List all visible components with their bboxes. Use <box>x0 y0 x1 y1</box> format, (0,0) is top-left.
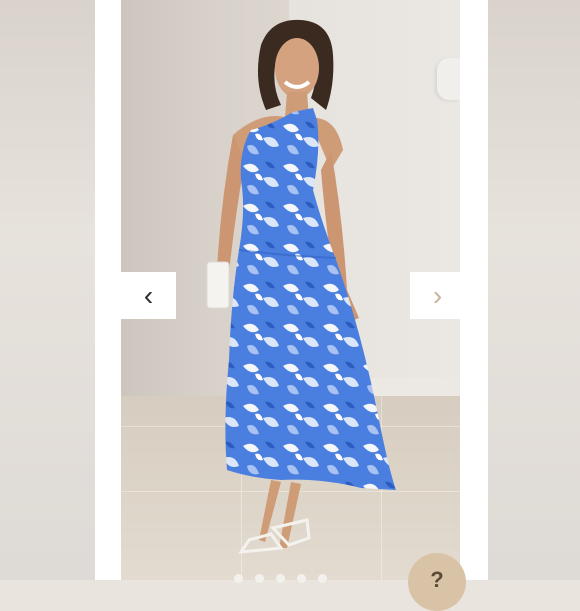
carousel-dot[interactable] <box>297 574 306 583</box>
chevron-left-icon: ‹ <box>143 279 154 311</box>
carousel-dot[interactable] <box>255 574 264 583</box>
next-image-button[interactable]: › <box>410 272 465 319</box>
carousel-indicators <box>234 574 327 583</box>
chevron-right-icon: › <box>432 279 443 311</box>
previous-image-button[interactable]: ‹ <box>121 272 176 319</box>
help-icon: ? <box>430 567 444 592</box>
carousel-dot[interactable] <box>276 574 285 583</box>
blurred-background-right <box>488 0 580 580</box>
help-button[interactable]: ? <box>408 553 466 611</box>
carousel-dot[interactable] <box>234 574 243 583</box>
blurred-background-left <box>0 0 95 580</box>
carousel-dot[interactable] <box>318 574 327 583</box>
frame-border-left <box>95 0 121 580</box>
